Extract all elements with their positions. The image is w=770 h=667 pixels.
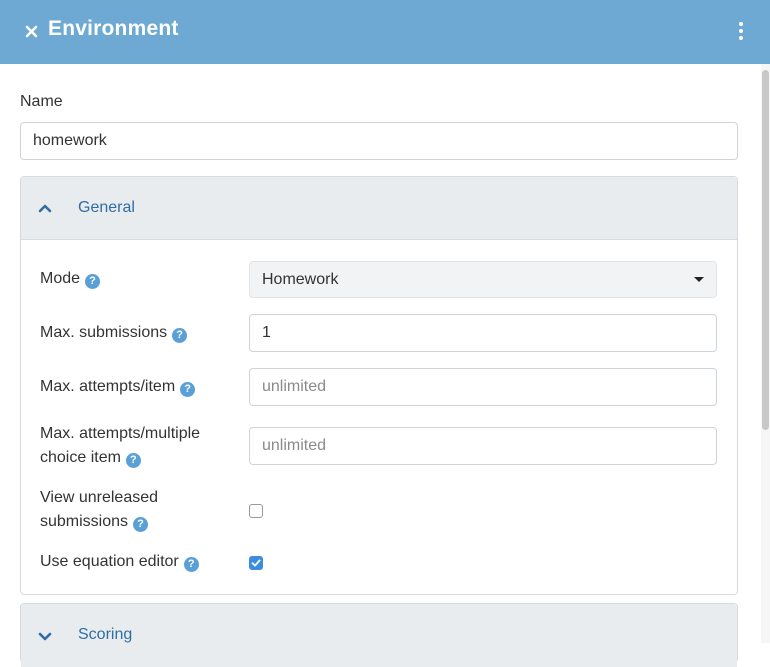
mode-select[interactable]: Homework (249, 261, 717, 298)
page-title: Environment (48, 17, 179, 40)
view-unreleased-label: View unreleased submissions? (40, 489, 159, 532)
checkmark-icon (251, 559, 261, 567)
name-input[interactable] (20, 122, 738, 160)
view-unreleased-help-icon[interactable]: ? (133, 516, 149, 532)
close-icon (25, 25, 37, 37)
max-attempts-mc-help-icon[interactable]: ? (125, 452, 141, 468)
chevron-up-icon (38, 204, 52, 213)
max-submissions-help-icon[interactable]: ? (172, 327, 188, 343)
scrollbar-thumb[interactable] (762, 70, 769, 430)
equation-editor-checkbox[interactable] (249, 556, 263, 570)
max-submissions-label: Max. submissions? (40, 321, 188, 345)
max-submissions-input[interactable] (249, 314, 717, 352)
panel-header-bar: Environment (0, 0, 770, 64)
equation-editor-label: Use equation editor? (40, 550, 199, 574)
max-attempts-mc-input[interactable] (249, 427, 717, 465)
scoring-panel-toggle[interactable]: Scoring (21, 604, 737, 667)
scrollbar-track[interactable] (761, 64, 770, 643)
mode-help-icon[interactable]: ? (85, 273, 101, 289)
general-panel-toggle[interactable]: General (21, 177, 737, 240)
scoring-panel-title: Scoring (78, 626, 133, 643)
equation-editor-help-icon[interactable]: ? (183, 556, 199, 572)
max-attempts-item-input[interactable] (249, 368, 717, 406)
general-panel-title: General (78, 199, 135, 216)
max-attempts-item-help-icon[interactable]: ? (180, 381, 196, 397)
scoring-panel: Scoring (20, 603, 738, 667)
max-attempts-mc-label: Max. attempts/multiple choice item? (40, 425, 201, 468)
mode-label: Mode? (40, 267, 101, 291)
caret-down-icon (694, 277, 704, 282)
max-attempts-item-label: Max. attempts/item? (40, 375, 196, 399)
kebab-menu-icon (739, 22, 743, 40)
name-label: Name (20, 93, 63, 110)
mode-select-value: Homework (262, 270, 339, 288)
chevron-down-icon (38, 632, 52, 641)
more-options-button[interactable] (730, 18, 752, 44)
close-button[interactable] (20, 20, 42, 42)
view-unreleased-checkbox[interactable] (249, 504, 263, 518)
